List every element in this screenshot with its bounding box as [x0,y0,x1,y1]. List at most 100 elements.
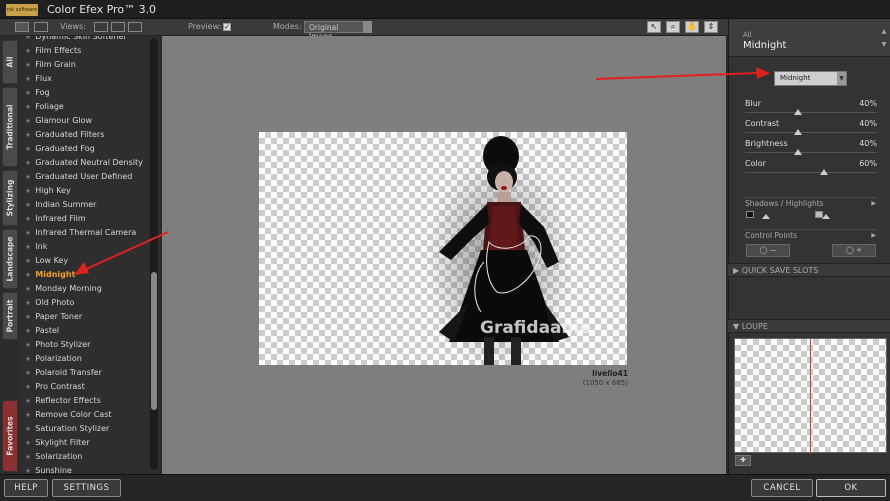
filter-item[interactable]: ★ Glamour Glow [20,114,150,128]
filter-item[interactable]: ★ Sunshine [20,464,150,474]
hand-icon[interactable]: ✋ [685,21,699,33]
favorite-star-icon[interactable]: ★ [25,61,31,69]
cancel-button[interactable]: CANCEL [751,479,813,497]
filter-item[interactable]: ★ Saturation Stylizer [20,422,150,436]
modes-dropdown-arrow-icon[interactable] [363,21,372,33]
quick-save-slots-header[interactable]: ▶ QUICK SAVE SLOTS [728,263,890,277]
filter-item[interactable]: ★ High Key [20,184,150,198]
slider-track[interactable] [745,112,877,113]
filter-item[interactable]: ★ Film Grain [20,58,150,72]
favorite-star-icon[interactable]: ★ [25,397,31,405]
favorite-star-icon[interactable]: ★ [25,103,31,111]
filter-item[interactable]: ★ Graduated User Defined [20,170,150,184]
view-mode-3-icon[interactable] [128,22,142,32]
highlights-knob[interactable] [822,214,830,219]
filter-item[interactable]: ★ Polaroid Transfer [20,366,150,380]
panel-nav-arrows-icon[interactable]: ▲ ▼ [880,25,888,51]
filter-item[interactable]: ★ Graduated Filters [20,128,150,142]
filter-item[interactable]: ★ Pastel [20,324,150,338]
preview-canvas[interactable]: Grafidaanie livello41 (1050 x 665) [162,36,726,474]
tab-stylizing[interactable]: Stylizing [2,170,18,226]
favorite-star-icon[interactable]: ★ [25,369,31,377]
favorite-star-icon[interactable]: ★ [25,89,31,97]
favorite-star-icon[interactable]: ★ [25,47,31,55]
favorite-star-icon[interactable]: ★ [25,201,31,209]
slider-knob[interactable] [793,149,802,155]
help-button[interactable]: HELP [4,479,48,497]
slider-track[interactable] [745,172,877,173]
slider-knob[interactable] [820,169,829,175]
favorite-star-icon[interactable]: ★ [25,425,31,433]
control-points-header[interactable]: Control Points [745,231,797,240]
filter-item[interactable]: ★ Photo Stylizer [20,338,150,352]
filter-item[interactable]: ★ Infrared Thermal Camera [20,226,150,240]
shadows-knob[interactable] [762,214,770,219]
single-view-icon[interactable] [15,22,29,32]
favorite-star-icon[interactable]: ★ [25,187,31,195]
filter-item[interactable]: ★ Polarization [20,352,150,366]
slider-track[interactable] [745,132,877,133]
favorite-star-icon[interactable]: ★ [25,75,31,83]
loupe-view[interactable] [734,338,887,454]
filter-item[interactable]: ★ Old Photo [20,296,150,310]
pan-icon[interactable]: ⇕ [704,21,718,33]
tab-landscape[interactable]: Landscape [2,229,18,289]
favorite-star-icon[interactable]: ★ [25,313,31,321]
split-view-icon[interactable] [34,22,48,32]
filter-item[interactable]: ★ Ink [20,240,150,254]
favorite-star-icon[interactable]: ★ [25,285,31,293]
favorite-star-icon[interactable]: ★ [25,327,31,335]
favorite-star-icon[interactable]: ★ [25,453,31,461]
view-mode-1-icon[interactable] [94,22,108,32]
favorite-star-icon[interactable]: ★ [25,131,31,139]
favorite-star-icon[interactable]: ★ [25,439,31,447]
favorite-star-icon[interactable]: ★ [25,355,31,363]
favorite-star-icon[interactable]: ★ [25,215,31,223]
favorite-star-icon[interactable]: ★ [25,271,31,279]
add-control-point-plus-button[interactable]: ◯ + [832,244,876,257]
loupe-pin-button[interactable]: ✚ [735,455,751,466]
tab-portrait[interactable]: Portrait [2,292,18,340]
view-mode-2-icon[interactable] [111,22,125,32]
image-preview[interactable]: Grafidaanie [259,132,627,365]
filter-item[interactable]: ★ Solarization [20,450,150,464]
select-arrow-icon[interactable]: ↖ [647,21,661,33]
favorite-star-icon[interactable]: ★ [25,411,31,419]
slider-knob[interactable] [793,109,802,115]
filter-item[interactable]: ★ Fog [20,86,150,100]
favorite-star-icon[interactable]: ★ [25,117,31,125]
filter-item[interactable]: ★ Film Effects [20,44,150,58]
favorite-star-icon[interactable]: ★ [25,243,31,251]
filter-item[interactable]: ★ Indian Summer [20,198,150,212]
filter-item[interactable]: ★ Pro Contrast [20,380,150,394]
favorite-star-icon[interactable]: ★ [25,36,31,41]
filter-item[interactable]: ★ Flux [20,72,150,86]
favorite-star-icon[interactable]: ★ [25,257,31,265]
favorite-star-icon[interactable]: ★ [25,341,31,349]
tab-all[interactable]: All [2,40,18,84]
favorite-star-icon[interactable]: ★ [25,145,31,153]
add-control-point-minus-button[interactable]: ◯ — [746,244,790,257]
slider-track[interactable] [745,152,877,153]
method-dropdown-arrow-icon[interactable]: ▼ [837,72,846,85]
tab-favorites[interactable]: Favorites [2,400,18,472]
filter-item[interactable]: ★ Paper Toner [20,310,150,324]
favorite-star-icon[interactable]: ★ [25,383,31,391]
favorite-star-icon[interactable]: ★ [25,159,31,167]
favorite-star-icon[interactable]: ★ [25,467,31,474]
filter-item-selected[interactable]: ★ Midnight [20,268,150,282]
ok-button[interactable]: OK [816,479,886,497]
shadows-highlights-header[interactable]: Shadows / Highlights [745,199,824,208]
filter-item[interactable]: ★ Infrared Film [20,212,150,226]
filter-item[interactable]: ★ Foliage [20,100,150,114]
filter-item[interactable]: ★ Low Key [20,254,150,268]
filter-item[interactable]: ★ Skylight Filter [20,436,150,450]
filter-item[interactable]: ★ Reflector Effects [20,394,150,408]
loupe-header[interactable]: ▼ LOUPE [728,319,890,333]
favorite-star-icon[interactable]: ★ [25,173,31,181]
filter-item[interactable]: ★ Remove Color Cast [20,408,150,422]
filter-item[interactable]: ★ Monday Morning [20,282,150,296]
settings-button[interactable]: SETTINGS [52,479,121,497]
favorite-star-icon[interactable]: ★ [25,299,31,307]
control-points-expand-icon[interactable]: ▶ [871,232,876,239]
